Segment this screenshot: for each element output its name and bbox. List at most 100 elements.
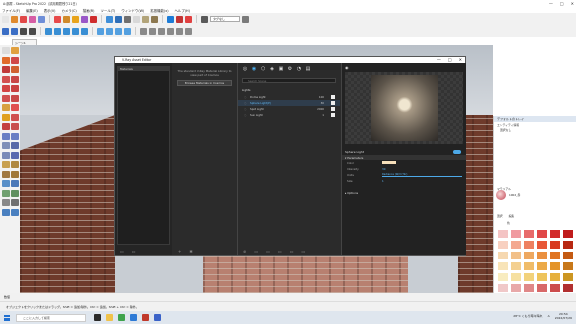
push-pull-icon[interactable] bbox=[11, 104, 19, 111]
light-enable-checkbox[interactable] bbox=[331, 101, 335, 105]
rectangle-icon[interactable] bbox=[2, 75, 10, 83]
tape-icon[interactable] bbox=[106, 15, 113, 23]
zoom-window-icon[interactable] bbox=[11, 170, 19, 178]
vray-close-button[interactable]: ✕ bbox=[459, 57, 462, 62]
vray-spot-light-icon[interactable] bbox=[63, 27, 70, 35]
menu-window[interactable]: ウィンドウ(W) bbox=[121, 8, 144, 13]
menu-view[interactable]: 表示(V) bbox=[44, 8, 56, 13]
paint-icon[interactable] bbox=[124, 15, 131, 23]
vray-minimize-button[interactable]: — bbox=[437, 57, 441, 62]
maximize-button[interactable]: □ bbox=[560, 1, 564, 6]
light-row-sun[interactable]: ◌ Sun Light 1 bbox=[238, 112, 340, 118]
material-thumbnail[interactable] bbox=[496, 190, 506, 200]
size-field[interactable]: 1 bbox=[382, 179, 384, 183]
render-elements-icon[interactable]: ▣ bbox=[278, 66, 284, 72]
close-button[interactable]: ✕ bbox=[571, 1, 574, 6]
paint-bucket-icon[interactable] bbox=[11, 56, 19, 64]
orbit-icon[interactable] bbox=[133, 15, 140, 23]
material-swatch[interactable] bbox=[536, 229, 548, 239]
minimize-button[interactable]: — bbox=[549, 1, 553, 6]
freehand-icon[interactable] bbox=[11, 66, 19, 73]
material-swatch[interactable] bbox=[523, 239, 535, 250]
light-enable-checkbox[interactable] bbox=[331, 113, 335, 117]
vfb-icon[interactable]: ▤ bbox=[305, 66, 311, 72]
vray-light-icon[interactable] bbox=[45, 27, 52, 35]
material-swatch[interactable] bbox=[536, 261, 548, 272]
layer-icon[interactable] bbox=[201, 15, 208, 23]
material-swatch[interactable] bbox=[562, 229, 574, 239]
preview-toggle-icon[interactable]: ◉ bbox=[345, 65, 349, 70]
taskbar-search[interactable]: ここに入力して検索 bbox=[16, 313, 86, 322]
pan-icon[interactable] bbox=[142, 15, 149, 23]
view-iso-icon[interactable] bbox=[140, 27, 147, 35]
menu-extensions[interactable]: 拡張機能(x) bbox=[150, 8, 168, 13]
material-swatch[interactable] bbox=[562, 283, 574, 293]
duplicate-icon[interactable]: ▭ bbox=[278, 249, 282, 254]
lights-category-icon[interactable]: ◉ bbox=[251, 66, 257, 72]
delete-icon[interactable]: ▭ bbox=[290, 249, 294, 254]
material-swatch[interactable] bbox=[497, 229, 509, 239]
save-asset-icon[interactable]: ▭ bbox=[266, 249, 270, 254]
position-camera-icon[interactable] bbox=[2, 189, 10, 197]
material-swatch[interactable] bbox=[510, 283, 522, 293]
follow-me-icon[interactable] bbox=[11, 113, 19, 121]
vray-asset-editor-icon[interactable] bbox=[20, 27, 27, 35]
save-icon[interactable]: ▭ bbox=[132, 249, 136, 254]
browse-cosmos-button[interactable]: Browse Materials in Cosmos bbox=[177, 80, 232, 86]
zoom-icon[interactable] bbox=[151, 15, 158, 23]
ime-indicator[interactable]: A bbox=[548, 314, 550, 318]
view-front-icon[interactable] bbox=[158, 27, 165, 35]
material-swatch[interactable] bbox=[523, 272, 535, 283]
previous-view-icon[interactable] bbox=[11, 180, 19, 187]
purge-icon[interactable]: ▭ bbox=[301, 249, 305, 254]
material-swatch[interactable] bbox=[562, 261, 574, 272]
menu-tools[interactable]: ツール(T) bbox=[100, 8, 115, 13]
vray-interactive-icon[interactable] bbox=[11, 27, 18, 35]
polygon-icon[interactable] bbox=[11, 85, 19, 92]
color-category-select[interactable]: 色 bbox=[504, 220, 510, 225]
material-swatch[interactable] bbox=[549, 229, 561, 239]
vray-render-icon[interactable] bbox=[2, 27, 9, 35]
material-swatch[interactable] bbox=[523, 250, 535, 261]
section-plane-icon[interactable] bbox=[11, 199, 19, 206]
sketchup-icon[interactable] bbox=[142, 314, 149, 321]
material-swatch[interactable] bbox=[549, 272, 561, 283]
material-swatch[interactable] bbox=[536, 283, 548, 293]
extension-icon[interactable] bbox=[176, 15, 183, 23]
tag-manager-icon[interactable] bbox=[242, 15, 249, 23]
eraser-icon[interactable] bbox=[11, 15, 18, 23]
geometry-category-icon[interactable]: ⬡ bbox=[260, 66, 266, 72]
material-swatch[interactable] bbox=[549, 261, 561, 272]
vray-plane-icon[interactable] bbox=[97, 27, 104, 35]
material-swatch[interactable] bbox=[523, 283, 535, 293]
zoom-extents-icon[interactable] bbox=[2, 180, 10, 187]
3d-text-icon[interactable] bbox=[11, 151, 19, 159]
light-enable-toggle[interactable] bbox=[453, 150, 461, 154]
offset-icon[interactable] bbox=[90, 15, 97, 23]
select-tool-icon[interactable] bbox=[2, 15, 9, 23]
lasso-icon[interactable] bbox=[11, 47, 19, 54]
vray-app-icon[interactable] bbox=[154, 314, 161, 321]
warehouse-icon[interactable] bbox=[11, 208, 19, 216]
vray-fur-icon[interactable] bbox=[115, 27, 122, 35]
zoom-icon[interactable] bbox=[2, 170, 10, 178]
view-back-icon[interactable] bbox=[176, 27, 183, 35]
view-top-icon[interactable] bbox=[149, 27, 156, 35]
material-swatch[interactable] bbox=[523, 229, 535, 239]
material-swatch[interactable] bbox=[497, 250, 509, 261]
material-swatch[interactable] bbox=[510, 239, 522, 250]
intensity-field[interactable]: 30 bbox=[382, 167, 385, 171]
vray-proxy-icon[interactable] bbox=[106, 27, 113, 35]
settings-category-icon[interactable]: ⚙ bbox=[287, 66, 293, 72]
scale-icon[interactable] bbox=[81, 15, 88, 23]
arc-icon[interactable] bbox=[29, 15, 36, 23]
push-pull-icon[interactable] bbox=[54, 15, 61, 23]
tab-edit[interactable]: 編集 bbox=[509, 214, 515, 218]
material-swatch[interactable] bbox=[497, 239, 509, 250]
material-swatch[interactable] bbox=[510, 229, 522, 239]
rotate-icon[interactable] bbox=[2, 113, 10, 121]
weather-text[interactable]: 28°C くもり時々晴れ bbox=[513, 314, 542, 318]
material-swatch[interactable] bbox=[562, 250, 574, 261]
vray-ies-light-icon[interactable] bbox=[72, 27, 79, 35]
text-icon[interactable] bbox=[115, 15, 122, 23]
